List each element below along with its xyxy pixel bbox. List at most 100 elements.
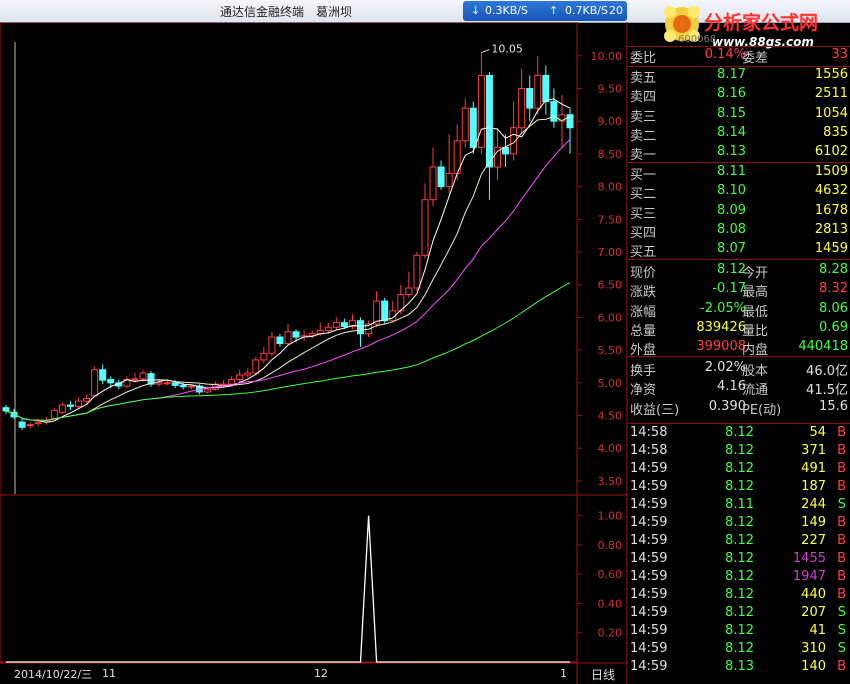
tick-side: B: [837, 425, 846, 440]
quote-value: 8.17: [717, 67, 746, 83]
panel-separator: [628, 65, 850, 67]
tick-separator: [628, 423, 850, 424]
price-tick-label: 3.50: [598, 475, 623, 488]
tick-side: B: [837, 515, 846, 530]
quote-value: 0.14%: [704, 47, 746, 62]
price-tick-label: 6.00: [598, 311, 623, 324]
candle-down: [542, 74, 550, 103]
tick-price: 8.13: [725, 659, 754, 674]
quote-value-2: 0.69: [819, 319, 848, 335]
network-speed-indicator[interactable]: ↓ 0.3KB/S ↑ 0.7KB/S 20: [463, 1, 627, 21]
price-tick-label: 5.50: [598, 344, 623, 357]
kline-chart[interactable]: 10.05 10.00 9.50 9.00 8.50 8.00 7.50 7.00 6.50 6…: [0, 22, 628, 684]
candle-up: [445, 173, 453, 188]
quote-row: 买二 8.10 4632: [628, 182, 850, 203]
tick-side: B: [837, 479, 846, 494]
quote-label-2: 流通: [742, 383, 769, 399]
quote-value-2: 8.32: [819, 281, 848, 297]
quote-label: 换手: [630, 364, 657, 380]
candle-up: [332, 322, 340, 328]
oscillator-panel: [6, 515, 570, 663]
price-tick-label: 7.00: [598, 246, 623, 259]
tick-price: 8.12: [725, 461, 754, 476]
quote-label: 净资: [630, 383, 657, 399]
candle-up: [50, 409, 58, 419]
candle-down: [485, 74, 493, 168]
tick-side: S: [837, 641, 846, 656]
quote-label-2: 今开: [742, 266, 769, 282]
quote-row: 涨跌 -0.17 最高 8.32: [628, 280, 850, 300]
tick-row: 14:59 8.12 207 S: [628, 604, 850, 622]
quote-row: 现价 8.12 今开 8.28: [628, 261, 850, 282]
quote-value-2: 2511: [814, 86, 848, 102]
quote-row: 买一 8.11 1509: [628, 163, 850, 183]
tick-side: B: [837, 533, 846, 548]
price-tick-label: 4.50: [598, 410, 623, 423]
quote-value: 8.16: [717, 86, 746, 102]
candle-down: [66, 404, 74, 407]
candle-down: [292, 331, 300, 338]
tick-price: 8.12: [725, 623, 754, 638]
tick-time: 14:59: [630, 569, 668, 584]
high-pointer: [481, 49, 490, 54]
quote-value-2: 835: [823, 124, 848, 140]
quote-row: 买四 8.08 2813: [628, 221, 850, 241]
quote-label: 现价: [630, 266, 657, 282]
quote-label: 涨幅: [630, 304, 657, 320]
quote-row: 收益(三) 0.390 PE(动) 15.6: [628, 398, 850, 418]
ma10-line: [5, 116, 571, 421]
quote-value: 2.02%: [704, 360, 746, 376]
quote-value-2: 8.06: [819, 300, 848, 316]
candle-up: [187, 385, 195, 388]
quote-value-2: 8.28: [819, 262, 848, 278]
osc-tick-label: 0.60: [598, 568, 623, 581]
quote-label: 委比: [630, 51, 657, 66]
quote-label: 总量: [630, 323, 657, 339]
quote-row: 买五 8.07 1459: [628, 240, 850, 260]
tick-side: B: [837, 551, 846, 566]
tick-time: 14:59: [630, 659, 668, 674]
tick-volume: 227: [801, 533, 826, 548]
candle-up: [252, 359, 260, 374]
tick-side: B: [837, 461, 846, 476]
tick-price: 8.12: [725, 425, 754, 440]
tick-side: B: [837, 587, 846, 602]
tick-side: B: [837, 659, 846, 674]
price-tick-label: 5.00: [598, 377, 623, 390]
tick-side: B: [837, 443, 846, 458]
quote-label: 买二: [630, 187, 657, 203]
quote-value: 8.07: [717, 241, 746, 256]
quote-value: 8.08: [717, 221, 746, 237]
candle-down: [99, 369, 107, 381]
tick-price: 8.12: [725, 569, 754, 584]
candle-down: [107, 379, 115, 384]
quote-label: 买四: [630, 225, 657, 241]
tick-row: 14:59 8.12 187 B: [628, 478, 850, 496]
candle-down: [18, 421, 26, 428]
candle-up: [324, 326, 332, 331]
quote-value-2: 1054: [814, 105, 848, 121]
tick-row: 14:59 8.12 310 S: [628, 640, 850, 658]
tick-price: 8.11: [725, 497, 754, 512]
tick-time: 14:58: [630, 425, 668, 440]
tick-side: S: [837, 623, 846, 638]
quote-value-2: 2813: [814, 221, 848, 237]
tick-price: 8.12: [725, 479, 754, 494]
tick-volume: 187: [801, 479, 826, 494]
high-label: 10.05: [491, 43, 523, 56]
quote-row: 委比 0.14% 委差 33: [628, 46, 850, 66]
panel-separator: [628, 46, 850, 47]
price-axis: 10.00 9.50 9.00 8.50 8.00 7.50 7.00 6.50 6.00 5.5…: [577, 50, 622, 640]
quote-row: 卖一 8.13 6102: [628, 143, 850, 163]
tick-volume: 1455: [792, 551, 826, 566]
tick-side: S: [837, 605, 846, 620]
period-label[interactable]: 日线: [591, 666, 615, 683]
candle-up: [461, 107, 469, 142]
candle-up: [228, 379, 236, 385]
download-speed: 0.7KB/S: [565, 4, 608, 17]
tick-time: 14:59: [630, 497, 668, 512]
speed-tail: 20: [609, 4, 623, 17]
candle-down: [2, 407, 10, 412]
tick-price: 8.12: [725, 551, 754, 566]
price-tick-label: 7.50: [598, 213, 623, 226]
